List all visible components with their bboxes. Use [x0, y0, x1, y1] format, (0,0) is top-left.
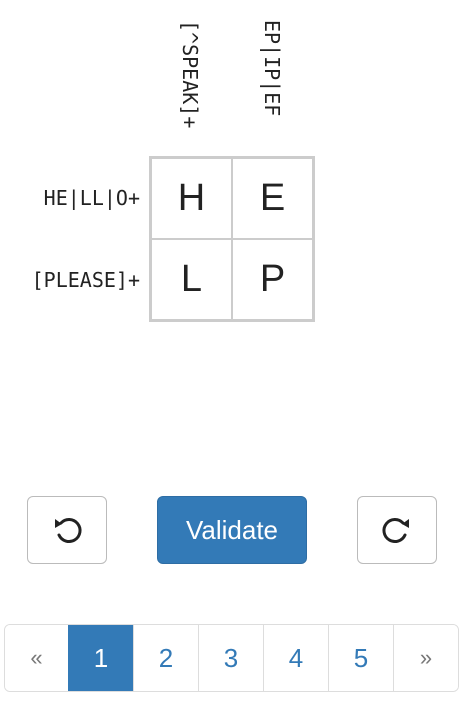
pagination: « 1 2 3 4 5 » [4, 624, 459, 692]
validate-button[interactable]: Validate [157, 496, 307, 564]
column-clue-2-text: EP|IP|EF [260, 20, 284, 117]
pagination-page-2[interactable]: 2 [133, 625, 198, 691]
regex-crossword-page: [^SPEAK]+ EP|IP|EF HE|LL|O+ [PLEASE]+ H … [0, 0, 470, 714]
redo-icon [382, 518, 409, 543]
pagination-page-3[interactable]: 3 [198, 625, 263, 691]
undo-icon [55, 518, 82, 543]
column-clue-1-text: [^SPEAK]+ [178, 20, 202, 129]
redo-button[interactable] [357, 496, 437, 564]
pagination-page-1[interactable]: 1 [68, 625, 133, 691]
undo-button[interactable] [27, 496, 107, 564]
grid-cell-r2c1[interactable]: L [151, 239, 232, 320]
grid-cell-r1c1[interactable]: H [151, 158, 232, 239]
pagination-page-4[interactable]: 4 [263, 625, 328, 691]
grid-cell-r2c2[interactable]: P [232, 239, 313, 320]
column-clue-1: [^SPEAK]+ [170, 20, 210, 148]
grid-cell-r1c2[interactable]: E [232, 158, 313, 239]
puzzle-grid: H E L P [149, 156, 315, 322]
row-clue-2: [PLEASE]+ [31, 268, 140, 292]
row-clue-1: HE|LL|O+ [43, 186, 140, 210]
pagination-page-5[interactable]: 5 [328, 625, 393, 691]
column-clue-2: EP|IP|EF [252, 20, 292, 148]
pagination-prev[interactable]: « [5, 625, 68, 691]
pagination-next[interactable]: » [393, 625, 458, 691]
